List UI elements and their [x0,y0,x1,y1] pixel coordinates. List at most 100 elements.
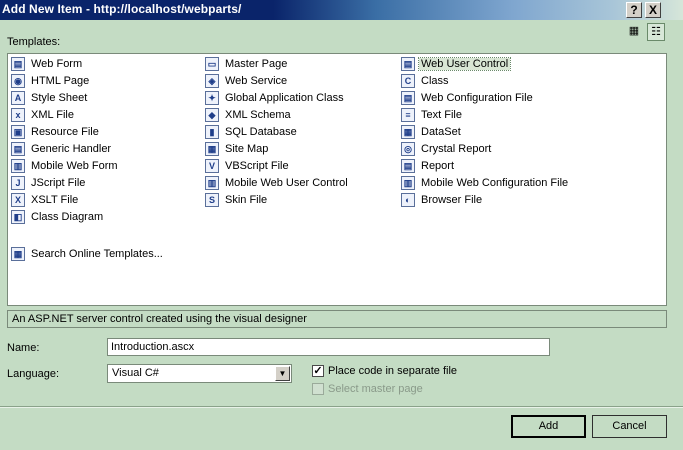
search-online-templates-label: Search Online Templates... [31,248,163,260]
template-item-label: Site Map [225,143,269,155]
template-item[interactable]: J JScript File [11,175,87,191]
template-item-label: Global Application Class [225,92,344,104]
jscript-file-icon: J [11,176,25,190]
web-form-icon: ▤ [11,57,25,71]
template-item[interactable]: ▤ Web Configuration File [401,90,535,106]
template-item[interactable]: x XML File [11,107,76,123]
web-user-control-icon: ▤ [401,57,415,71]
web-configuration-file-icon: ▤ [401,91,415,105]
place-code-label[interactable]: Place code in separate file [328,365,457,377]
title-bar: Add New Item - http://localhost/webparts… [0,0,683,20]
report-icon: ▤ [401,159,415,173]
template-item[interactable]: A Style Sheet [11,90,89,106]
name-input[interactable] [107,338,550,356]
add-button[interactable]: Add [511,415,586,438]
template-item[interactable]: ◧ Class Diagram [11,209,105,225]
template-item[interactable]: ◎ Crystal Report [401,141,493,157]
template-item[interactable]: ▭ Master Page [205,56,289,72]
style-sheet-icon: A [11,91,25,105]
xml-file-icon: x [11,108,25,122]
template-item-label: Crystal Report [421,143,492,155]
template-item[interactable]: V VBScript File [205,158,291,174]
template-item-label: Skin File [225,194,268,206]
mobile-web-configuration-file-icon: ▥ [401,176,415,190]
template-item-label: XML File [31,109,74,121]
dataset-icon: ▦ [401,125,415,139]
cancel-button[interactable]: Cancel [592,415,667,438]
template-item-label: Master Page [225,58,288,70]
window-title: Add New Item - http://localhost/webparts… [2,2,242,16]
template-item-label: XML Schema [225,109,291,121]
templates-list[interactable]: ▤ Web Form ◉ HTML Page A Style Sheet x XML File… [7,53,667,306]
vbscript-file-icon: V [205,159,219,173]
template-item[interactable]: ◐ Browser File [401,192,484,208]
template-item[interactable]: ▣ Resource File [11,124,101,140]
template-item-label: Generic Handler [31,143,112,155]
select-master-page-checkbox[interactable] [312,383,324,395]
class-icon: C [401,74,415,88]
template-item[interactable]: ▥ Mobile Web Configuration File [401,175,570,191]
mobile-web-form-icon: ▥ [11,159,25,173]
html-page-icon: ◉ [11,74,25,88]
generic-handler-icon: ▤ [11,142,25,156]
language-select[interactable]: Visual C# ▼ [107,364,292,383]
large-icons-view-button[interactable]: ▦ [625,23,643,41]
template-item[interactable]: ▦ Site Map [205,141,270,157]
template-item-label: VBScript File [225,160,289,172]
template-item[interactable]: ▦ DataSet [401,124,463,140]
site-map-icon: ▦ [205,142,219,156]
place-code-checkbox[interactable]: ✓ [312,365,324,377]
close-button[interactable]: X [645,2,661,18]
template-description: An ASP.NET server control created using … [7,310,667,328]
template-item[interactable]: X XSLT File [11,192,80,208]
template-item-label: JScript File [31,177,86,189]
search-online-templates-icon: ▦ [11,247,25,261]
xslt-file-icon: X [11,193,25,207]
help-button[interactable]: ? [626,2,642,18]
master-page-icon: ▭ [205,57,219,71]
text-file-icon: ≡ [401,108,415,122]
template-item-label: SQL Database [225,126,297,138]
template-item-label: Browser File [421,194,483,206]
template-item[interactable]: ▥ Mobile Web User Control [205,175,350,191]
template-item[interactable]: ▤ Generic Handler [11,141,113,157]
resource-file-icon: ▣ [11,125,25,139]
name-label: Name: [7,342,40,354]
template-item[interactable]: ▤ Web Form [11,56,84,72]
template-item-label: Web Form [31,58,83,70]
template-item-label: DataSet [421,126,461,138]
language-label: Language: [7,368,59,380]
template-item-label: Style Sheet [31,92,88,104]
crystal-report-icon: ◎ [401,142,415,156]
template-item[interactable]: ▤ Report [401,158,456,174]
template-item-label: Class [421,75,449,87]
template-item-label: Web Service [225,75,288,87]
template-item[interactable]: ✦ Global Application Class [205,90,346,106]
template-item-label: Mobile Web Configuration File [421,177,569,189]
search-online-templates-item[interactable]: ▦ Search Online Templates... [11,246,165,262]
template-item-label: Mobile Web Form [31,160,118,172]
template-item[interactable]: ▥ Mobile Web Form [11,158,120,174]
template-item-label: Web User Control [417,57,512,71]
footer-divider [0,406,683,408]
template-item[interactable]: ▤ Web User Control [401,56,512,72]
template-item[interactable]: ◉ HTML Page [11,73,91,89]
template-item[interactable]: ▮ SQL Database [205,124,299,140]
mobile-web-user-control-icon: ▥ [205,176,219,190]
template-item[interactable]: ◆ XML Schema [205,107,293,123]
template-item[interactable]: S Skin File [205,192,269,208]
chevron-down-icon[interactable]: ▼ [275,366,290,381]
template-item-label: Report [421,160,455,172]
template-item[interactable]: C Class [401,73,451,89]
browser-file-icon: ◐ [401,193,415,207]
template-item[interactable]: ≡ Text File [401,107,464,123]
sql-database-icon: ▮ [205,125,219,139]
template-item[interactable]: ◈ Web Service [205,73,289,89]
class-diagram-icon: ◧ [11,210,25,224]
language-value: Visual C# [112,367,159,379]
small-icons-view-button[interactable]: ☷ [647,23,665,41]
select-master-page-label: Select master page [328,383,423,395]
template-item-label: XSLT File [31,194,79,206]
small-icons-icon: ☷ [651,26,661,38]
global-application-class-icon: ✦ [205,91,219,105]
